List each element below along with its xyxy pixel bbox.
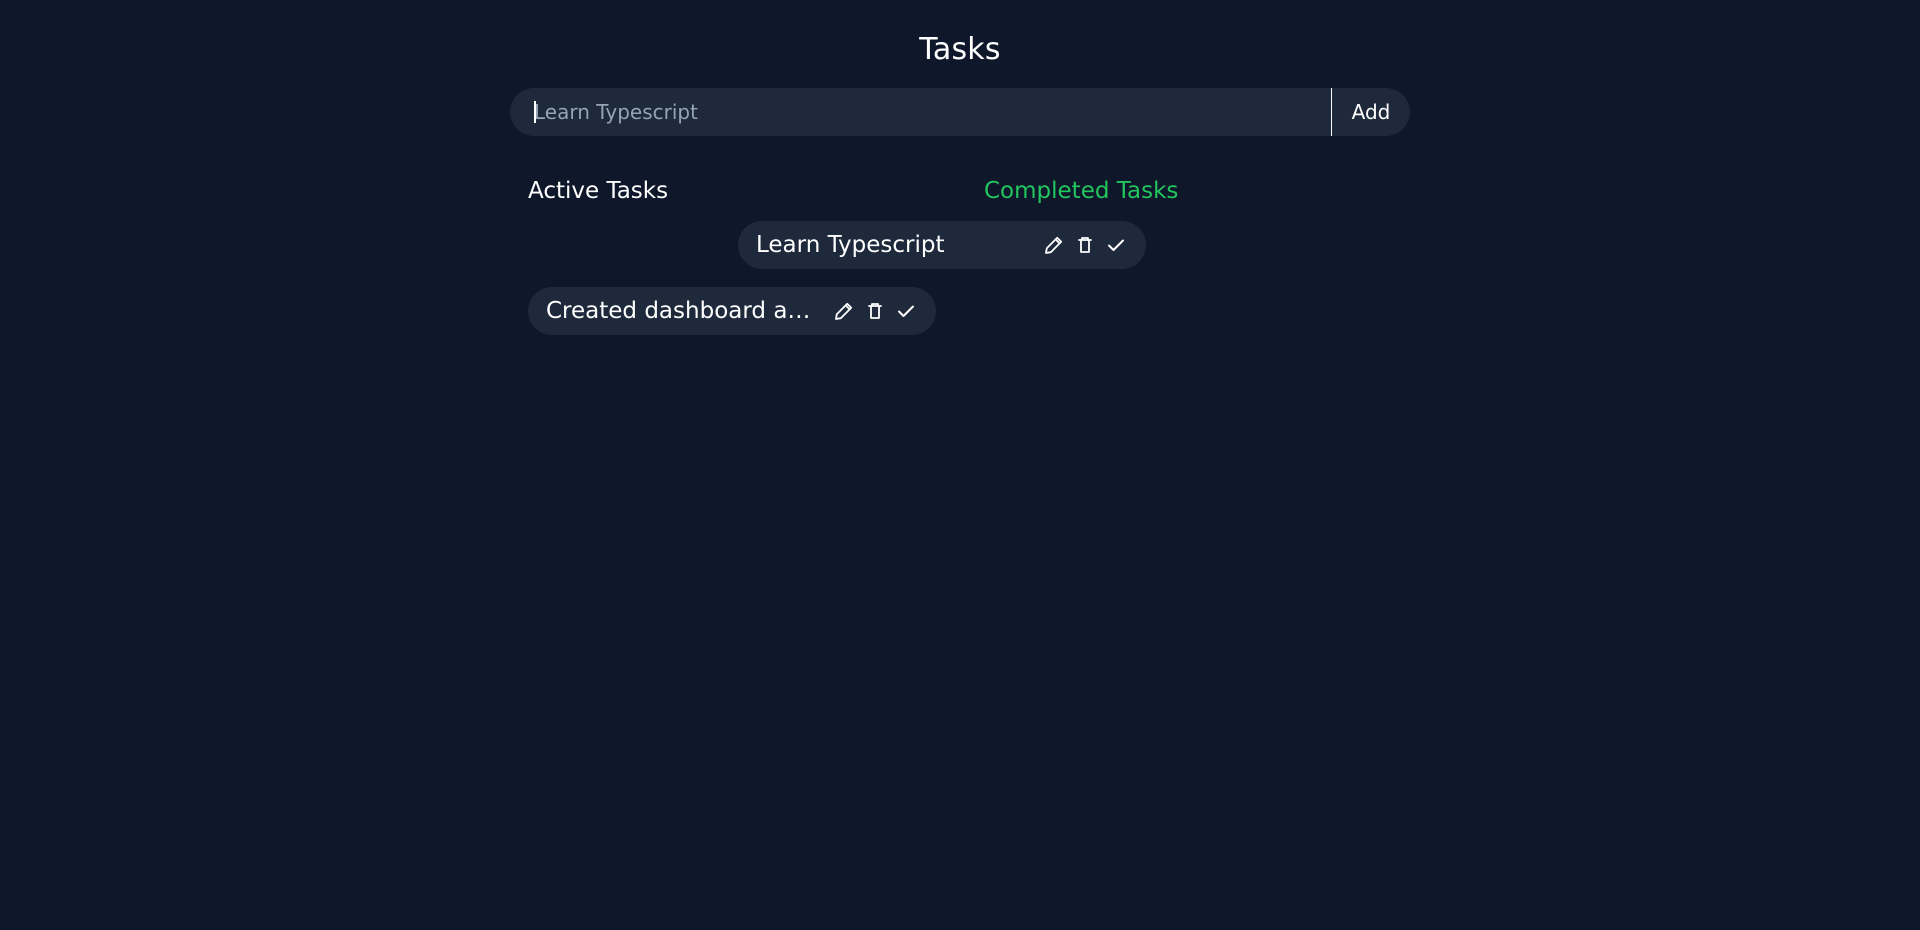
- page-title: Tasks: [919, 32, 1001, 67]
- task-item: Learn Typescript: [738, 221, 1146, 269]
- pencil-icon[interactable]: [1042, 233, 1066, 257]
- text-caret: [534, 101, 536, 123]
- add-task-form: Add: [510, 88, 1410, 136]
- active-tasks-heading: Active Tasks: [528, 178, 669, 204]
- add-button[interactable]: Add: [1332, 88, 1410, 136]
- task-item: Created dashboard ad...: [528, 287, 936, 335]
- task-text: Learn Typescript: [756, 232, 945, 258]
- task-input-wrapper[interactable]: [510, 88, 1332, 136]
- check-icon[interactable]: [894, 299, 918, 323]
- tasks-page: Tasks Add Active Tasks Completed Tasks L…: [0, 0, 1920, 930]
- task-input[interactable]: [534, 88, 1319, 136]
- task-text: Created dashboard ad...: [546, 298, 822, 324]
- check-icon[interactable]: [1104, 233, 1128, 257]
- completed-tasks-heading[interactable]: Completed Tasks: [984, 175, 1178, 207]
- pencil-icon[interactable]: [832, 299, 856, 323]
- trash-icon[interactable]: [863, 299, 887, 323]
- task-actions: [1042, 233, 1128, 257]
- task-actions: [832, 299, 918, 323]
- trash-icon[interactable]: [1073, 233, 1097, 257]
